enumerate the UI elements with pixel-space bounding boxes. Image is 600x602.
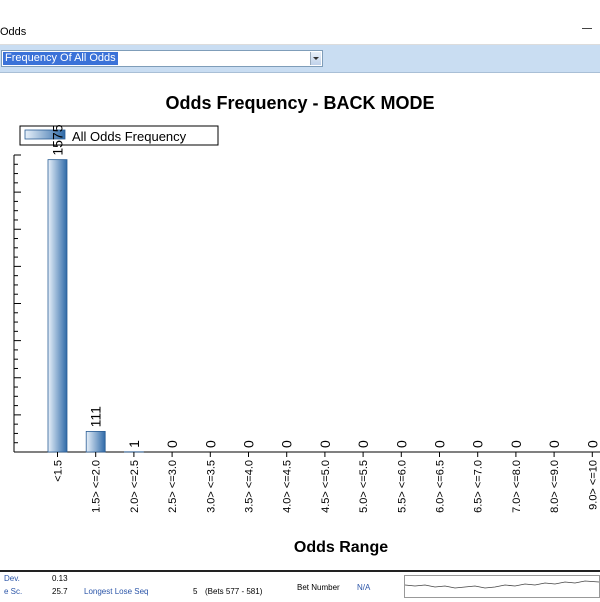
bet-number-label: Bet Number [297, 583, 340, 592]
value-label: 111 [88, 406, 104, 427]
chart-title: Odds Frequency - BACK MODE [165, 93, 434, 113]
toolbar: Frequency Of All Odds [0, 45, 600, 73]
y-axis-ticks [14, 155, 21, 452]
stat-value-dev: 0.13 [52, 574, 68, 583]
x-tick-label: <1.5 [53, 460, 65, 482]
value-label: 0 [202, 440, 218, 448]
view-select[interactable]: Frequency Of All Odds [1, 50, 323, 67]
value-label: 1 [126, 440, 142, 448]
x-tick-label: 8.0> <=9.0 [549, 460, 561, 513]
x-tick-label: 6.0> <=6.5 [435, 460, 447, 513]
bet-number-value: N/A [357, 583, 370, 592]
minimize-icon[interactable] [582, 28, 592, 29]
mini-equity-chart [404, 575, 600, 598]
stat-value-score: 25.7 [52, 587, 68, 596]
x-tick-labels: <1.5 1.5> <=2.0 2.0> <=2.5 2.5> <=3.0 3.0> <… [53, 460, 600, 513]
x-tick-label: 7.0> <=8.0 [511, 460, 523, 513]
stat-label-dev: Dev. [4, 574, 20, 583]
x-tick-label: 2.0> <=2.5 [129, 460, 141, 513]
window-titlebar: Odds [0, 0, 600, 45]
x-axis-label: Odds Range [294, 539, 388, 556]
odds-frequency-chart: Odds Frequency - BACK MODE All Odds Freq… [0, 73, 600, 570]
legend-entry: All Odds Frequency [72, 129, 187, 144]
x-tick-label: 1.5> <=2.0 [91, 460, 103, 513]
value-label: 0 [317, 440, 333, 448]
chart-area: Odds Frequency - BACK MODE All Odds Freq… [0, 73, 600, 572]
value-label: 0 [432, 440, 448, 448]
x-tick-label: 3.0> <=3.5 [205, 460, 217, 513]
x-tick-label: 4.5> <=5.0 [320, 460, 332, 513]
value-label: 0 [508, 440, 524, 448]
stat-label-score: e Sc. [4, 587, 22, 596]
x-tick-label: 9.0> <=10 [587, 460, 599, 510]
value-label: 0 [241, 440, 257, 448]
value-label: 0 [279, 440, 295, 448]
view-select-value: Frequency Of All Odds [3, 52, 118, 65]
x-tick-label: 5.5> <=6.0 [396, 460, 408, 513]
window-title: Odds [0, 26, 26, 38]
value-label: 0 [470, 440, 486, 448]
value-label: 0 [546, 440, 562, 448]
value-label: 0 [355, 440, 371, 448]
value-label: 1575 [50, 124, 66, 155]
bar [48, 160, 67, 452]
bars [48, 160, 592, 457]
value-label: 0 [393, 440, 409, 448]
mini-equity-line [405, 576, 599, 597]
value-labels: 15751111000000000000 [50, 124, 600, 448]
x-tick-label: 6.5> <=7.0 [473, 460, 485, 513]
bar [86, 431, 105, 452]
x-tick-label: 2.5> <=3.0 [167, 460, 179, 513]
value-label: 0 [584, 440, 600, 448]
chevron-down-icon[interactable] [310, 52, 321, 65]
longest-lose-label: Longest Lose Seq [84, 587, 149, 596]
x-tick-label: 4.0> <=4.5 [282, 460, 294, 513]
value-label: 0 [164, 440, 180, 448]
x-tick-label: 3.5> <=4.0 [244, 460, 256, 513]
x-tick-label: 5.0> <=5.5 [358, 460, 370, 513]
longest-lose-value: 5 [193, 587, 197, 596]
longest-lose-bets: (Bets 577 - 581) [205, 587, 262, 596]
